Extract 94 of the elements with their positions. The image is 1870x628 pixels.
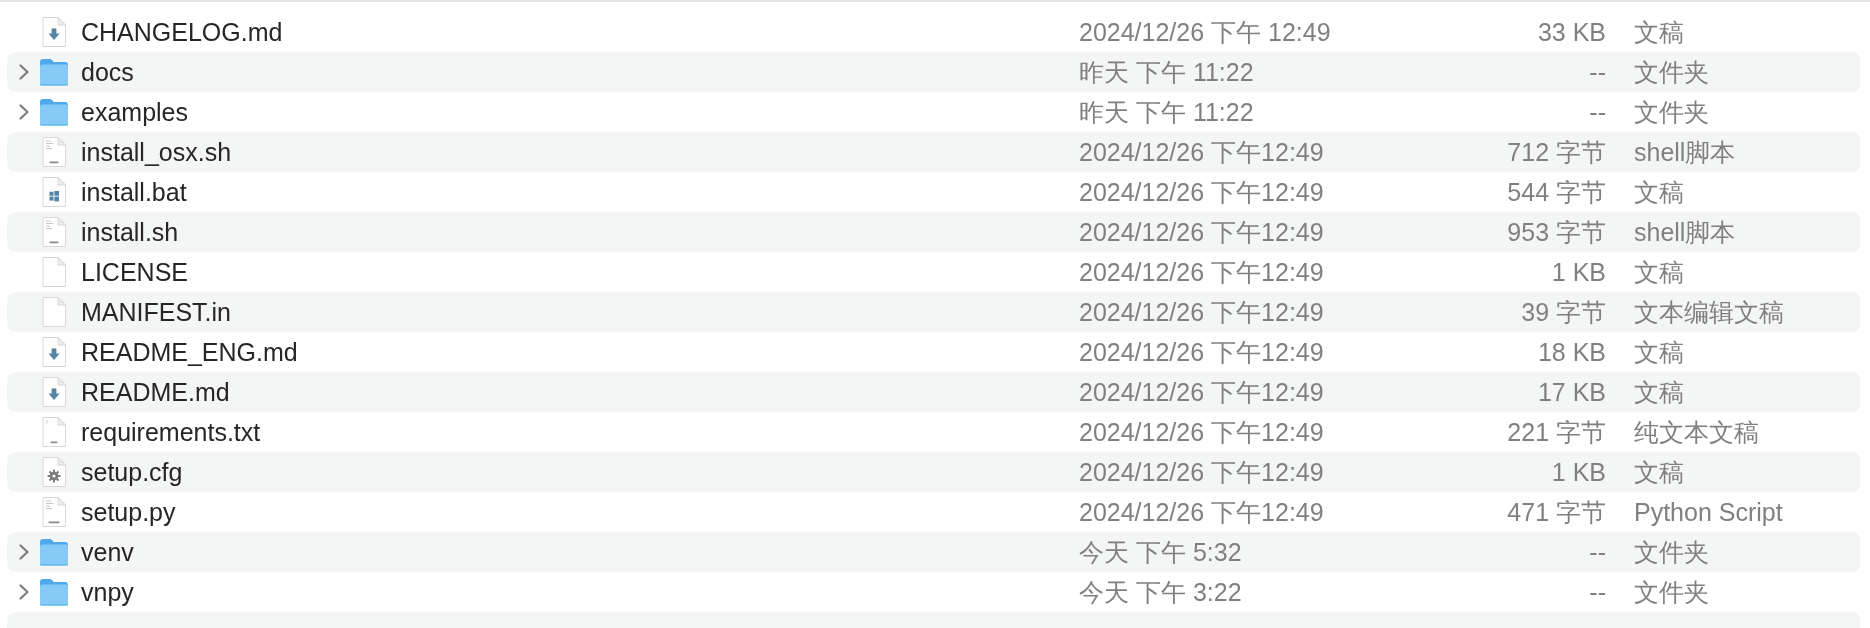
folder-icon <box>40 578 68 606</box>
modified-date: 2024/12/26 下午12:49 <box>1079 417 1324 447</box>
folder-icon <box>40 98 68 126</box>
file-type: 文稿 <box>1634 257 1684 287</box>
file-size: 1 KB <box>1551 257 1606 287</box>
file-size: 712 字节 <box>1507 137 1606 167</box>
file-size: -- <box>1589 537 1606 567</box>
file-type: 文件夹 <box>1634 97 1709 127</box>
folder-icon <box>40 58 68 86</box>
file-type: 纯文本文稿 <box>1634 417 1759 447</box>
file-row[interactable]: requirements.txt 2024/12/26 下午12:49 221 字节 纯文本文稿 <box>7 412 1860 452</box>
file-size: 221 字节 <box>1507 417 1606 447</box>
file-size: 544 字节 <box>1507 177 1606 207</box>
file-row[interactable]: examples 昨天 下午 11:22 -- 文件夹 <box>7 92 1860 132</box>
file-size: 953 字节 <box>1507 217 1606 247</box>
file-row[interactable]: README.md 2024/12/26 下午12:49 17 KB 文稿 <box>7 372 1860 412</box>
modified-date: 2024/12/26 下午12:49 <box>1079 137 1324 167</box>
file-type: 文本编辑文稿 <box>1634 297 1784 327</box>
file-name: MANIFEST.in <box>81 297 232 327</box>
file-row[interactable]: install.bat 2024/12/26 下午12:49 544 字节 文稿 <box>7 172 1860 212</box>
file-name: setup.py <box>81 497 176 527</box>
file-size: 18 KB <box>1537 337 1606 367</box>
modified-date: 2024/12/26 下午12:49 <box>1079 257 1324 287</box>
file-name: requirements.txt <box>81 417 261 447</box>
file-type: 文稿 <box>1634 177 1684 207</box>
modified-date: 昨天 下午 11:22 <box>1079 97 1254 127</box>
modified-date: 2024/12/26 下午12:49 <box>1079 457 1324 487</box>
file-row[interactable]: CHANGELOG.md 2024/12/26 下午 12:49 33 KB 文稿 <box>7 12 1860 52</box>
folder-icon <box>40 538 68 566</box>
file-name: docs <box>81 57 134 87</box>
document-arrow-icon <box>42 17 66 47</box>
file-size: 17 KB <box>1537 377 1606 407</box>
lined-document-icon <box>42 217 66 247</box>
file-name: LICENSE <box>81 257 188 287</box>
file-name: setup.cfg <box>81 457 183 487</box>
file-row[interactable]: setup.cfg 2024/12/26 下午12:49 1 KB 文稿 <box>7 452 1860 492</box>
file-type: Python Script <box>1634 497 1783 527</box>
file-size: -- <box>1589 97 1606 127</box>
file-row[interactable]: LICENSE 2024/12/26 下午12:49 1 KB 文稿 <box>7 252 1860 292</box>
chevron-icon[interactable] <box>18 544 30 560</box>
chevron-icon[interactable] <box>18 64 30 80</box>
file-name: install.bat <box>81 177 187 207</box>
chevron-icon[interactable] <box>18 104 30 120</box>
file-row[interactable]: docs 昨天 下午 11:22 -- 文件夹 <box>7 52 1860 92</box>
lined-document-icon <box>42 497 66 527</box>
modified-date: 今天 下午 3:22 <box>1079 577 1242 607</box>
file-name: CHANGELOG.md <box>81 17 283 47</box>
file-size: 1 KB <box>1551 457 1606 487</box>
file-type: shell脚本 <box>1634 137 1736 167</box>
file-row[interactable]: MANIFEST.in 2024/12/26 下午12:49 39 字节 文本编辑文稿 <box>7 292 1860 332</box>
modified-date: 2024/12/26 下午12:49 <box>1079 177 1324 207</box>
file-row[interactable]: venv 今天 下午 5:32 -- 文件夹 <box>7 532 1860 572</box>
file-type: 文件夹 <box>1634 57 1709 87</box>
file-name: install_osx.sh <box>81 137 232 167</box>
file-name: vnpy <box>81 577 134 607</box>
chevron-icon[interactable] <box>18 584 30 600</box>
file-type: 文件夹 <box>1634 577 1709 607</box>
file-size: -- <box>1589 577 1606 607</box>
file-type: 文稿 <box>1634 17 1684 47</box>
file-type: 文稿 <box>1634 457 1684 487</box>
file-size: 39 字节 <box>1521 297 1606 327</box>
file-type: 文稿 <box>1634 377 1684 407</box>
modified-date: 2024/12/26 下午 12:49 <box>1079 17 1331 47</box>
gear-document-icon <box>42 457 66 487</box>
file-size: 33 KB <box>1537 17 1606 47</box>
file-row[interactable]: install_osx.sh 2024/12/26 下午12:49 712 字节 shell脚本 <box>7 132 1860 172</box>
file-size: -- <box>1589 57 1606 87</box>
file-size: 471 字节 <box>1507 497 1606 527</box>
file-row[interactable]: setup.py 2024/12/26 下午12:49 471 字节 Python Script <box>7 492 1860 532</box>
file-type: 文稿 <box>1634 337 1684 367</box>
file-name: examples <box>81 97 188 127</box>
file-type: 文件夹 <box>1634 537 1709 567</box>
four-squares-document-icon <box>42 177 66 207</box>
file-name: venv <box>81 537 134 567</box>
modified-date: 2024/12/26 下午12:49 <box>1079 297 1324 327</box>
lined-document-icon <box>42 137 66 167</box>
modified-date: 2024/12/26 下午12:49 <box>1079 377 1324 407</box>
blank-document-icon <box>42 297 66 327</box>
file-row[interactable]: install.sh 2024/12/26 下午12:49 953 字节 shell脚本 <box>7 212 1860 252</box>
modified-date: 今天 下午 5:32 <box>1079 537 1242 567</box>
file-name: install.sh <box>81 217 179 247</box>
modified-date: 昨天 下午 11:22 <box>1079 57 1254 87</box>
modified-date: 2024/12/26 下午12:49 <box>1079 337 1324 367</box>
modified-date: 2024/12/26 下午12:49 <box>1079 497 1324 527</box>
file-type: shell脚本 <box>1634 217 1736 247</box>
document-icon <box>42 417 66 447</box>
blank-document-icon <box>42 257 66 287</box>
file-name: README.md <box>81 377 230 407</box>
file-row[interactable]: vnpy 今天 下午 3:22 -- 文件夹 <box>7 572 1860 612</box>
document-arrow-icon <box>42 337 66 367</box>
file-row[interactable]: README_ENG.md 2024/12/26 下午12:49 18 KB 文稿 <box>7 332 1860 372</box>
modified-date: 2024/12/26 下午12:49 <box>1079 217 1324 247</box>
file-name: README_ENG.md <box>81 337 298 367</box>
document-arrow-icon <box>42 377 66 407</box>
